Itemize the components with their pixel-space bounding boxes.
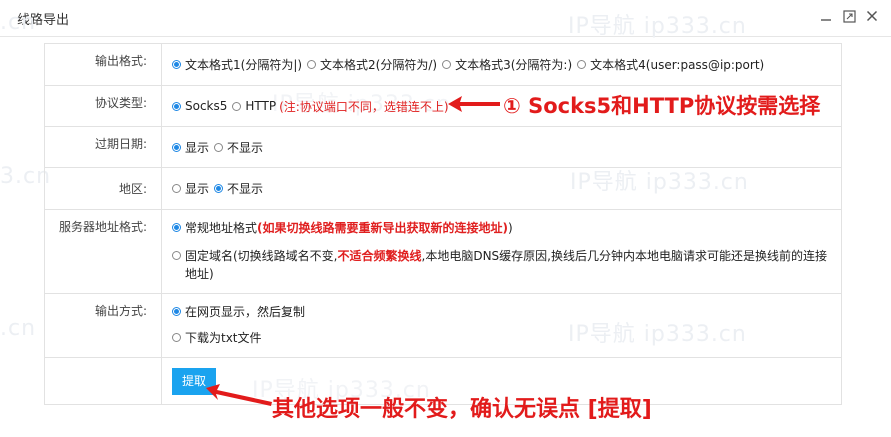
radio-icon[interactable]	[307, 60, 317, 69]
output-label: 输出方式:	[44, 293, 162, 358]
submit-label-empty	[44, 357, 162, 405]
server-option-fixed-warning: 不适合频繁换线	[337, 249, 422, 263]
format-option-4-label: 文本格式4(user:pass@ip:port)	[590, 58, 765, 72]
output-options: 在网页显示，然后复制 下载为txt文件	[161, 293, 842, 358]
region-option-show-label: 显示	[185, 182, 210, 196]
server-option-regular[interactable]: 常规地址格式 (如果切换线路需要重新导出获取新的连接地址))	[172, 219, 513, 236]
output-option-web-label: 在网页显示，然后复制	[185, 305, 306, 319]
format-label: 输出格式:	[44, 43, 162, 86]
protocol-option-http[interactable]: HTTP	[232, 99, 276, 113]
protocol-option-socks5-label: Socks5	[185, 99, 228, 113]
region-option-hide-label: 不显示	[227, 182, 264, 196]
server-option-fixed-text: 固定域名(切换线路域名不变,	[185, 249, 338, 263]
protocol-option-http-label: HTTP	[245, 99, 277, 113]
protocol-annotation: ① Socks5和HTTP协议按需选择	[503, 94, 821, 118]
radio-icon[interactable]	[214, 142, 224, 152]
format-options: 文本格式1(分隔符为|) 文本格式2(分隔符为/) 文本格式3(分隔符为:) 文…	[161, 43, 842, 86]
annotation-arrow-left-icon	[448, 96, 500, 112]
dialog-titlebar: 线路导出	[0, 0, 891, 37]
radio-icon[interactable]	[172, 101, 181, 111]
output-option-web[interactable]: 在网页显示，然后复制	[172, 303, 305, 320]
protocol-option-socks5[interactable]: Socks5	[172, 99, 227, 113]
maximize-icon[interactable]	[842, 9, 856, 23]
minimize-icon[interactable]	[819, 9, 833, 23]
expire-label: 过期日期:	[44, 126, 162, 168]
server-option-regular-note: (如果切换线路需要重新导出获取新的连接地址)	[257, 221, 508, 235]
radio-icon[interactable]	[172, 251, 181, 260]
region-label: 地区:	[44, 167, 162, 210]
expire-option-hide-label: 不显示	[227, 140, 264, 155]
expire-option-show[interactable]: 显示	[172, 139, 209, 156]
radio-icon[interactable]	[172, 142, 181, 152]
server-options: 常规地址格式 (如果切换线路需要重新导出获取新的连接地址)) 固定域名(切换线路域…	[161, 209, 842, 294]
protocol-label: 协议类型:	[44, 85, 162, 127]
watermark: .cn	[0, 316, 37, 341]
server-option-regular-close: )	[508, 220, 513, 235]
radio-icon[interactable]	[172, 333, 181, 342]
extract-annotation: 其他选项一般不变，确认无误点 [提取]	[272, 397, 652, 422]
expire-options: 显示 不显示	[161, 126, 842, 168]
radio-icon[interactable]	[232, 101, 242, 111]
annotation-arrow-pointer-icon	[206, 384, 272, 406]
format-option-1[interactable]: 文本格式1(分隔符为|)	[172, 56, 302, 73]
close-icon[interactable]	[865, 9, 879, 23]
radio-icon[interactable]	[172, 60, 181, 69]
window-controls	[819, 9, 879, 23]
output-row: 输出方式: 在网页显示，然后复制 下载为txt文件	[44, 293, 842, 358]
expire-option-show-label: 显示	[185, 140, 210, 155]
server-option-regular-label: 常规地址格式	[185, 221, 258, 235]
format-option-4[interactable]: 文本格式4(user:pass@ip:port)	[577, 56, 764, 73]
region-options: 显示 不显示	[161, 167, 842, 210]
radio-icon[interactable]	[442, 60, 452, 69]
protocol-note: (注:协议端口不同，选错连不上)	[279, 99, 449, 114]
region-option-hide[interactable]: 不显示	[214, 180, 263, 197]
region-row: 地区: 显示 不显示	[44, 167, 842, 210]
radio-icon[interactable]	[214, 184, 224, 193]
radio-icon[interactable]	[577, 60, 587, 69]
server-label: 服务器地址格式:	[44, 209, 162, 294]
radio-icon[interactable]	[172, 223, 181, 232]
server-row: 服务器地址格式: 常规地址格式 (如果切换线路需要重新导出获取新的连接地址)) 固…	[44, 209, 842, 294]
dialog-title: 线路导出	[17, 13, 70, 28]
format-option-2-label: 文本格式2(分隔符为/)	[320, 58, 438, 72]
server-option-fixed[interactable]: 固定域名(切换线路域名不变,不适合频繁换线,本地电脑DNS缓存原因,换线后几分钟…	[172, 247, 841, 283]
format-option-3-label: 文本格式3(分隔符为:)	[455, 58, 573, 72]
region-option-show[interactable]: 显示	[172, 180, 209, 197]
expire-row: 过期日期: 显示 不显示	[44, 126, 842, 168]
radio-icon[interactable]	[172, 307, 181, 316]
output-option-download[interactable]: 下载为txt文件	[172, 329, 262, 346]
output-option-download-label: 下载为txt文件	[185, 331, 262, 345]
format-option-3[interactable]: 文本格式3(分隔符为:)	[442, 56, 572, 73]
expire-option-hide[interactable]: 不显示	[214, 139, 263, 156]
format-option-2[interactable]: 文本格式2(分隔符为/)	[307, 56, 437, 73]
radio-icon[interactable]	[172, 184, 181, 193]
format-row: 输出格式: 文本格式1(分隔符为|) 文本格式2(分隔符为/) 文本格式3(分隔…	[44, 43, 842, 86]
format-option-1-label: 文本格式1(分隔符为|)	[185, 58, 303, 72]
server-option-fixed-label: 固定域名(切换线路域名不变,不适合频繁换线,本地电脑DNS缓存原因,换线后几分钟…	[185, 247, 833, 283]
